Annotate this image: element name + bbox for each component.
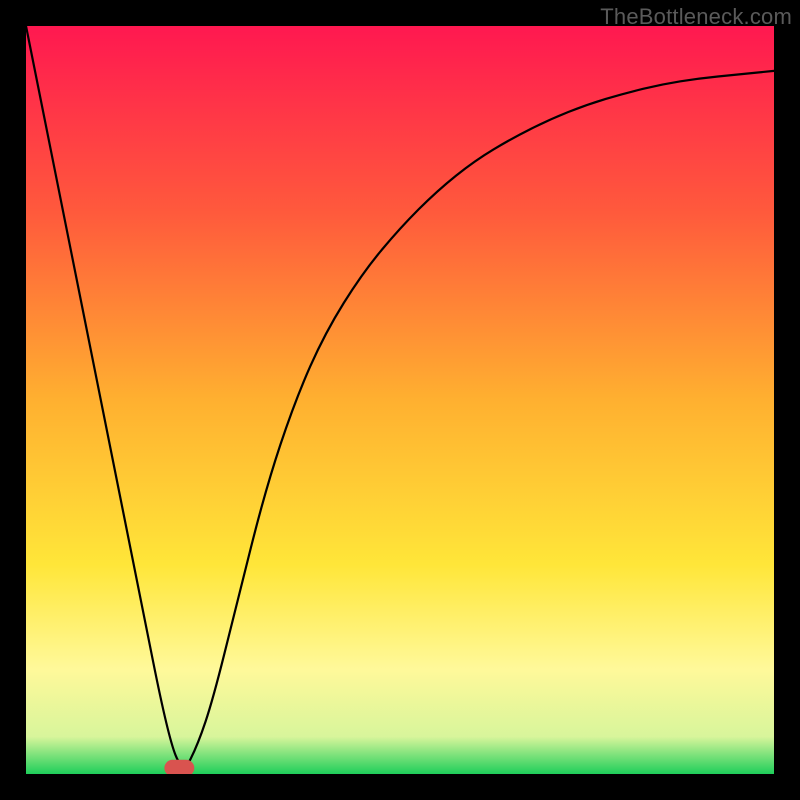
gradient-background (26, 26, 774, 774)
chart-canvas (26, 26, 774, 774)
plot-area (26, 26, 774, 774)
chart-frame: TheBottleneck.com (0, 0, 800, 800)
annotation-marker (164, 760, 194, 774)
markers-layer (164, 760, 194, 774)
